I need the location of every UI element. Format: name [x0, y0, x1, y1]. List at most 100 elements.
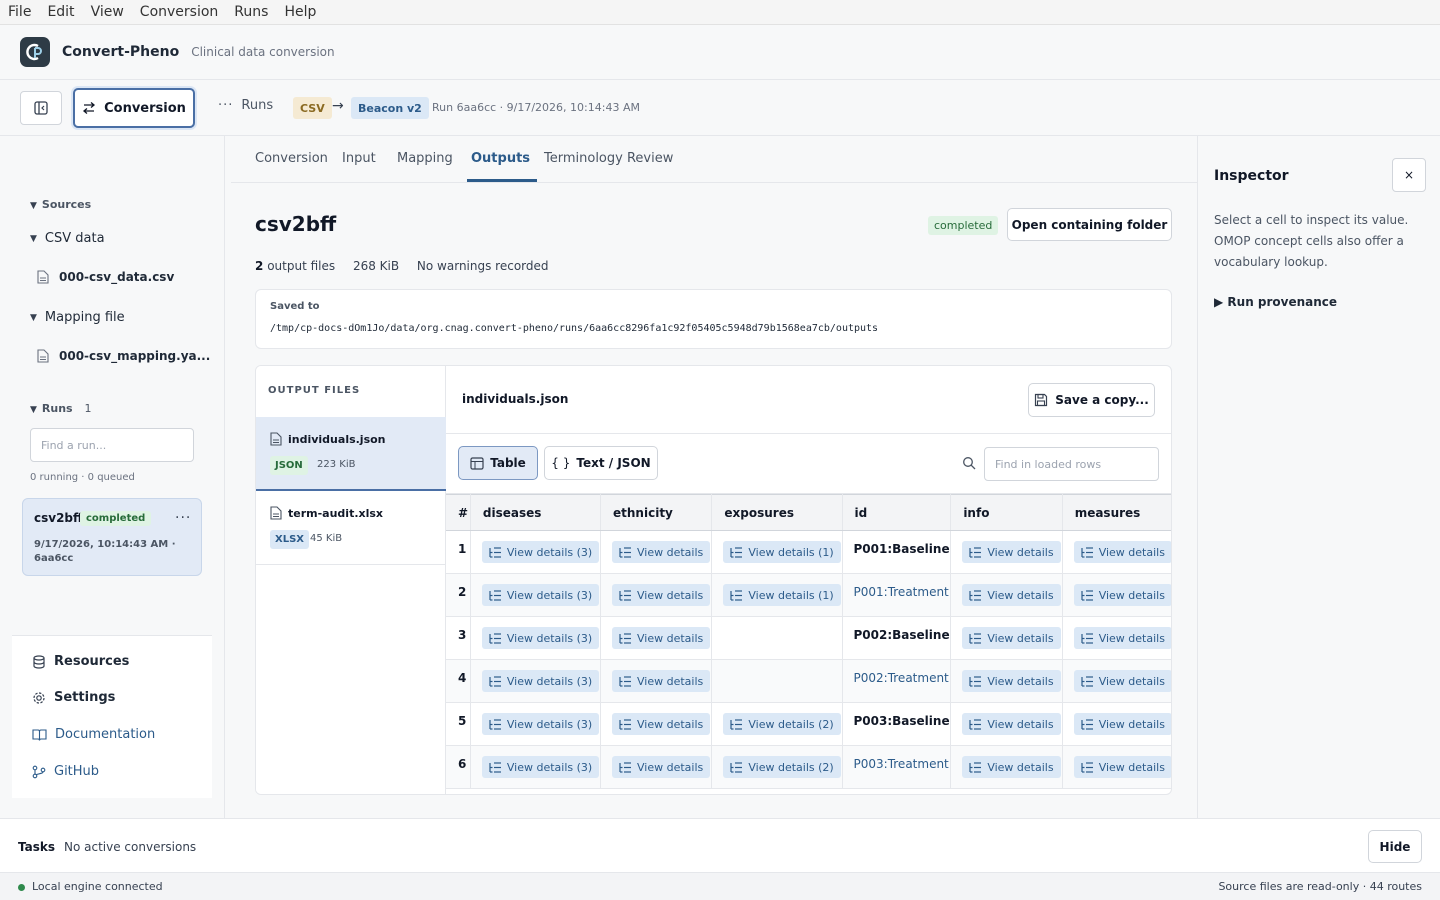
nav-github[interactable]: GitHub: [32, 764, 99, 779]
cell-measures[interactable]: View details: [1062, 530, 1171, 574]
cell-measures[interactable]: View details: [1062, 745, 1171, 789]
cell-measures[interactable]: View details: [1062, 616, 1171, 660]
column-header[interactable]: diseases: [470, 494, 602, 531]
run-search-input[interactable]: [30, 428, 194, 462]
cell-exposures[interactable]: View details (1): [711, 530, 843, 574]
nav-resources[interactable]: Resources: [32, 654, 129, 669]
nav-settings[interactable]: Settings: [32, 690, 115, 705]
cell-exposures[interactable]: View details (1): [711, 573, 843, 617]
cell-id[interactable]: P001:Treatment: [842, 573, 952, 617]
cell-ethnicity[interactable]: View details: [600, 616, 713, 660]
view-details-button[interactable]: View details: [1073, 541, 1171, 563]
sources-section-header[interactable]: ▼ Sources: [30, 198, 91, 211]
csv-file-item[interactable]: 000-csv_data.csv: [37, 270, 174, 284]
file-item-term-audit[interactable]: term-audit.xlsx XLSX 45 KiB: [256, 491, 446, 565]
data-table-container[interactable]: # diseases ethnicity exposures id info m…: [446, 494, 1171, 794]
view-details-button[interactable]: View details: [1073, 584, 1171, 606]
saved-path[interactable]: /tmp/cp-docs-dOm1Jo/data/org.cnag.conver…: [270, 323, 878, 334]
view-details-button[interactable]: View details (3): [481, 713, 600, 735]
view-details-button[interactable]: View details (3): [481, 756, 600, 778]
run-card[interactable]: csv2bff completed ··· 9/17/2026, 10:14:4…: [22, 498, 202, 576]
cell-diseases[interactable]: View details (3): [470, 702, 602, 746]
cell-measures[interactable]: View details: [1062, 702, 1171, 746]
table-row[interactable]: 1 View details (3) View details View detail…: [446, 530, 1171, 574]
cell-diseases[interactable]: View details (3): [470, 659, 602, 703]
cell-exposures[interactable]: [711, 616, 843, 660]
tab-input[interactable]: Input: [342, 151, 376, 166]
find-rows-input[interactable]: [984, 447, 1159, 481]
cell-info[interactable]: View details: [950, 745, 1063, 789]
cell-diseases[interactable]: View details (3): [470, 530, 602, 574]
runs-section-header[interactable]: ▼ Runs 1: [30, 402, 91, 415]
view-details-button[interactable]: View details (1): [723, 541, 841, 563]
view-details-button[interactable]: View details: [962, 713, 1061, 735]
cell-exposures[interactable]: View details (2): [711, 745, 843, 789]
cell-diseases[interactable]: View details (3): [470, 745, 602, 789]
view-details-button[interactable]: View details: [962, 584, 1061, 606]
tab-conversion[interactable]: Conversion: [255, 151, 328, 166]
view-details-button[interactable]: View details (3): [481, 541, 600, 563]
cell-ethnicity[interactable]: View details: [600, 659, 713, 703]
view-details-button[interactable]: View details: [962, 756, 1061, 778]
cell-diseases[interactable]: View details (3): [470, 616, 602, 660]
cell-info[interactable]: View details: [950, 702, 1063, 746]
column-header[interactable]: id: [842, 494, 952, 531]
menu-file[interactable]: File: [8, 4, 31, 20]
cell-ethnicity[interactable]: View details: [600, 530, 713, 574]
cell-id[interactable]: P001:Baseline: [842, 530, 952, 574]
column-header[interactable]: exposures: [711, 494, 843, 531]
tab-terminology-review[interactable]: Terminology Review: [544, 151, 673, 166]
column-header[interactable]: measures: [1062, 494, 1171, 531]
collapse-sidebar-button[interactable]: [20, 91, 62, 125]
cell-exposures[interactable]: View details (2): [711, 702, 843, 746]
view-details-button[interactable]: View details: [612, 670, 711, 692]
cell-info[interactable]: View details: [950, 659, 1063, 703]
close-icon[interactable]: ×: [1392, 158, 1426, 192]
mapping-file-group[interactable]: ▼ Mapping file: [30, 310, 125, 325]
file-item-individuals[interactable]: individuals.json JSON 223 KiB: [256, 417, 446, 491]
view-details-button[interactable]: View details: [962, 670, 1061, 692]
view-details-button[interactable]: View details (3): [481, 670, 600, 692]
column-header[interactable]: #: [446, 494, 471, 531]
view-details-button[interactable]: View details: [1073, 713, 1171, 735]
cell-measures[interactable]: View details: [1062, 573, 1171, 617]
view-details-button[interactable]: View details: [612, 756, 711, 778]
save-copy-button[interactable]: Save a copy...: [1028, 383, 1155, 417]
cell-ethnicity[interactable]: View details: [600, 745, 713, 789]
runs-button[interactable]: ··· Runs: [218, 98, 273, 113]
menu-help[interactable]: Help: [284, 4, 316, 20]
column-header[interactable]: ethnicity: [600, 494, 713, 531]
table-row[interactable]: 2 View details (3) View details View detail…: [446, 573, 1171, 617]
view-details-button[interactable]: View details: [1073, 670, 1171, 692]
cell-ethnicity[interactable]: View details: [600, 573, 713, 617]
cell-exposures[interactable]: [711, 659, 843, 703]
view-details-button[interactable]: View details: [612, 627, 711, 649]
table-row[interactable]: 6 View details (3) View details View detail…: [446, 745, 1171, 789]
cell-info[interactable]: View details: [950, 530, 1063, 574]
cell-info[interactable]: View details: [950, 573, 1063, 617]
view-details-button[interactable]: View details (3): [481, 584, 600, 606]
tab-mapping[interactable]: Mapping: [397, 151, 453, 166]
cell-id[interactable]: P002:Treatment: [842, 659, 952, 703]
nav-documentation[interactable]: Documentation: [32, 727, 155, 742]
mode-text-button[interactable]: { } Text / JSON: [544, 446, 658, 480]
cell-ethnicity[interactable]: View details: [600, 702, 713, 746]
hide-tasks-button[interactable]: Hide: [1368, 830, 1422, 863]
menu-conversion[interactable]: Conversion: [140, 4, 219, 20]
mode-table-button[interactable]: Table: [458, 446, 538, 480]
view-details-button[interactable]: View details: [612, 584, 711, 606]
menu-runs[interactable]: Runs: [234, 4, 268, 20]
csv-data-group[interactable]: ▼ CSV data: [30, 231, 105, 246]
view-details-button[interactable]: View details (2): [723, 756, 841, 778]
view-details-button[interactable]: View details: [1073, 627, 1171, 649]
run-more-icon[interactable]: ···: [175, 510, 191, 526]
view-details-button[interactable]: View details (3): [481, 627, 600, 649]
conversion-button[interactable]: Conversion: [73, 88, 195, 128]
tab-outputs[interactable]: Outputs: [471, 151, 530, 166]
view-details-button[interactable]: View details: [962, 541, 1061, 563]
view-details-button[interactable]: View details: [612, 713, 711, 735]
view-details-button[interactable]: View details (1): [723, 584, 841, 606]
table-row[interactable]: 4 View details (3) View details P002:Treatm…: [446, 659, 1171, 703]
cell-measures[interactable]: View details: [1062, 659, 1171, 703]
view-details-button[interactable]: View details: [962, 627, 1061, 649]
